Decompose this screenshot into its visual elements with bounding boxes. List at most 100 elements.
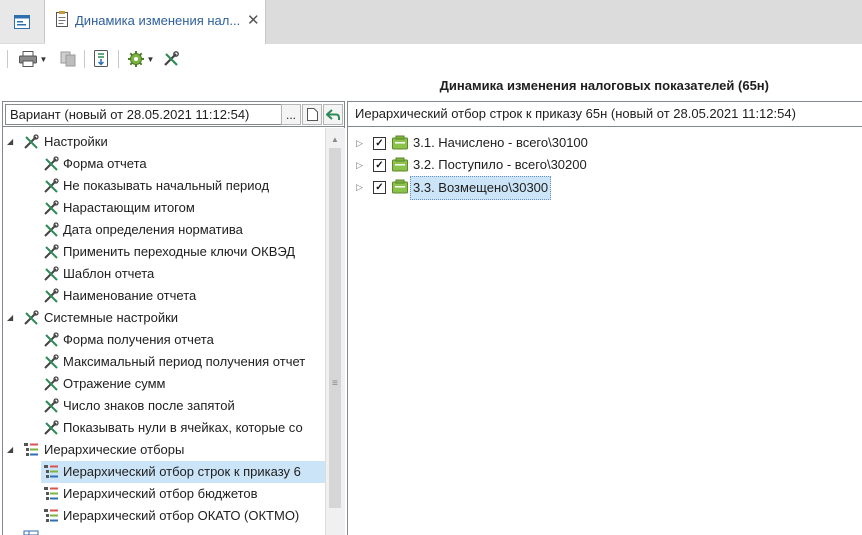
expand-triangle-icon[interactable]: ▷ xyxy=(356,176,363,198)
chevron-down-icon[interactable]: ▼ xyxy=(147,55,155,64)
export-icon xyxy=(94,50,108,67)
tree-row-label-focused: 3.3. Возмещено\30300 xyxy=(410,176,552,200)
tree-item-label: Максимальный период получения отчет xyxy=(63,354,306,369)
variant-bar: Вариант (новый от 28.05.2021 11:12:54) .… xyxy=(3,102,344,127)
collapse-triangle-icon[interactable]: ◢ xyxy=(7,307,13,329)
hierarchy-list-icon xyxy=(44,509,58,522)
wrench-screwdriver-icon xyxy=(24,310,39,325)
wrench-screwdriver-icon xyxy=(44,376,59,391)
page-icon xyxy=(306,108,318,121)
hierarchy-list-icon xyxy=(44,487,58,500)
chevron-down-icon[interactable]: ▼ xyxy=(40,55,48,64)
tree-group-settings[interactable]: ◢ Настройки xyxy=(3,131,325,153)
tree-item[interactable]: Иерархический отбор ОКАТО (ОКТМО) xyxy=(3,505,325,527)
back-arrow-icon xyxy=(326,108,340,120)
tree-item-label: Применить переходные ключи ОКВЭД xyxy=(63,244,296,259)
variant-field[interactable]: Вариант (новый от 28.05.2021 11:12:54) xyxy=(5,104,284,125)
scrollbar-thumb[interactable] xyxy=(329,148,341,508)
wrench-screwdriver-icon xyxy=(24,134,39,149)
wrench-screwdriver-icon xyxy=(164,51,179,66)
tree-item[interactable]: Форма получения отчета xyxy=(3,329,325,351)
tree-group-hierarchical-filters[interactable]: ◢ Иерархические отборы xyxy=(3,439,325,461)
wrench-screwdriver-icon xyxy=(44,354,59,369)
row-checkbox[interactable]: ✓ xyxy=(373,137,386,150)
folder-icon xyxy=(392,135,408,150)
folder-icon xyxy=(392,157,408,172)
left-scrollbar[interactable]: ▲ ≡ xyxy=(325,128,345,535)
row-checkbox[interactable]: ✓ xyxy=(373,159,386,172)
scroll-up-icon[interactable]: ▲ xyxy=(331,135,339,144)
tree-item-label: Иерархический отбор ОКАТО (ОКТМО) xyxy=(63,508,300,523)
tools-button[interactable] xyxy=(161,49,181,69)
tree-item-label: Наименование отчета xyxy=(63,288,197,303)
collapse-triangle-icon[interactable]: ◢ xyxy=(7,131,13,153)
home-tab[interactable] xyxy=(0,0,45,43)
grid-icon xyxy=(23,530,39,535)
row-checkbox[interactable]: ✓ xyxy=(373,181,386,194)
report-title-bar: Динамика изменения налоговых показателей… xyxy=(0,76,862,96)
toolbar-separator xyxy=(84,50,85,68)
printer-icon xyxy=(18,51,37,67)
variant-back-button[interactable] xyxy=(323,104,343,125)
tree-item[interactable]: Отражение сумм xyxy=(3,373,325,395)
scroll-grip-icon: ≡ xyxy=(332,378,338,389)
wrench-screwdriver-icon xyxy=(44,244,59,259)
tree-group-label: Системные настройки xyxy=(44,310,179,325)
folder-icon xyxy=(392,179,408,194)
wrench-screwdriver-icon xyxy=(44,200,59,215)
tree-item-selected[interactable]: Иерархичеcкий отбор строк к приказу 6 xyxy=(41,461,325,483)
document-icon xyxy=(56,11,68,27)
tree-item-label: Дата определения норматива xyxy=(63,222,243,237)
tree-row[interactable]: ▷ ✓ 3.3. Возмещено\30300 xyxy=(348,176,862,200)
tree-item[interactable]: Показывать нули в ячейках, которые со xyxy=(3,417,325,439)
tree-item[interactable]: Число знаков после запятой xyxy=(3,395,325,417)
variant-more-button[interactable]: ... xyxy=(281,104,301,125)
tree-item[interactable]: Применить переходные ключи ОКВЭД xyxy=(3,241,325,263)
expand-triangle-icon[interactable]: ▷ xyxy=(356,154,363,176)
close-icon[interactable]: ✕ xyxy=(247,11,260,29)
tree-group-label: Настройки xyxy=(44,134,108,149)
page-title: Динамика изменения налоговых показателей… xyxy=(439,78,769,93)
tree-item[interactable]: Максимальный период получения отчет xyxy=(3,351,325,373)
wrench-screwdriver-icon xyxy=(44,178,59,193)
toolbar-separator xyxy=(7,50,8,68)
tree-row-label: 3.1. Начислено - всего\30100 xyxy=(413,135,588,150)
tree-item[interactable]: Дата определения норматива xyxy=(3,219,325,241)
wrench-screwdriver-icon xyxy=(44,398,59,413)
tree-item[interactable]: Иерархический отбор бюджетов xyxy=(3,483,325,505)
expand-triangle-icon[interactable]: ▷ xyxy=(356,132,363,154)
tab-report-label: Динамика изменения нал... xyxy=(75,13,241,28)
print-button[interactable]: ▼ xyxy=(14,49,52,69)
hierarchy-filter-panel: Иерархический отбор строк к приказу 65н … xyxy=(347,101,862,535)
wrench-screwdriver-icon xyxy=(44,332,59,347)
wrench-screwdriver-icon xyxy=(44,288,59,303)
copy-button[interactable] xyxy=(58,49,78,69)
variant-save-button[interactable] xyxy=(302,104,322,125)
tree-item-label: Нарастающим итогом xyxy=(63,200,195,215)
wrench-screwdriver-icon xyxy=(44,420,59,435)
export-button[interactable] xyxy=(90,49,112,69)
window-icon xyxy=(14,14,30,29)
tree-group-system-settings[interactable]: ◢ Системные настройки xyxy=(3,307,325,329)
toolbar-separator xyxy=(118,50,119,68)
tree-item-label: Шаблон отчета xyxy=(63,266,155,281)
tree-item[interactable]: Наименование отчета xyxy=(3,285,325,307)
settings-tree: ◢ Настройки Форма отчета Не показывать н… xyxy=(3,128,325,535)
tree-item-label: Число знаков после запятой xyxy=(63,398,235,413)
tree-item[interactable]: Не показывать начальный период xyxy=(3,175,325,197)
tree-item[interactable]: Форма отчета xyxy=(3,153,325,175)
tab-strip: Динамика изменения нал... ✕ xyxy=(0,0,862,44)
collapse-triangle-icon[interactable]: ◢ xyxy=(7,439,13,461)
settings-button[interactable]: ▼ xyxy=(125,49,157,69)
copy-icon xyxy=(60,51,76,67)
tree-row[interactable]: ▷ ✓ 3.2. Поступило - всего\30200 xyxy=(348,154,862,176)
tree-item-label: Не показывать начальный период xyxy=(63,178,270,193)
tree-item[interactable]: Нарастающим итогом xyxy=(3,197,325,219)
hierarchy-filter-title: Иерархический отбор строк к приказу 65н … xyxy=(355,106,796,121)
tree-row-label: 3.2. Поступило - всего\30200 xyxy=(413,157,587,172)
tree-item-label: Иерархический отбор бюджетов xyxy=(63,486,258,501)
tree-row[interactable]: ▷ ✓ 3.1. Начислено - всего\30100 xyxy=(348,132,862,154)
tree-item[interactable]: Шаблон отчета xyxy=(3,263,325,285)
tab-report[interactable]: Динамика изменения нал... ✕ xyxy=(45,0,266,44)
tree-item-label: Показывать нули в ячейках, которые со xyxy=(63,420,303,435)
